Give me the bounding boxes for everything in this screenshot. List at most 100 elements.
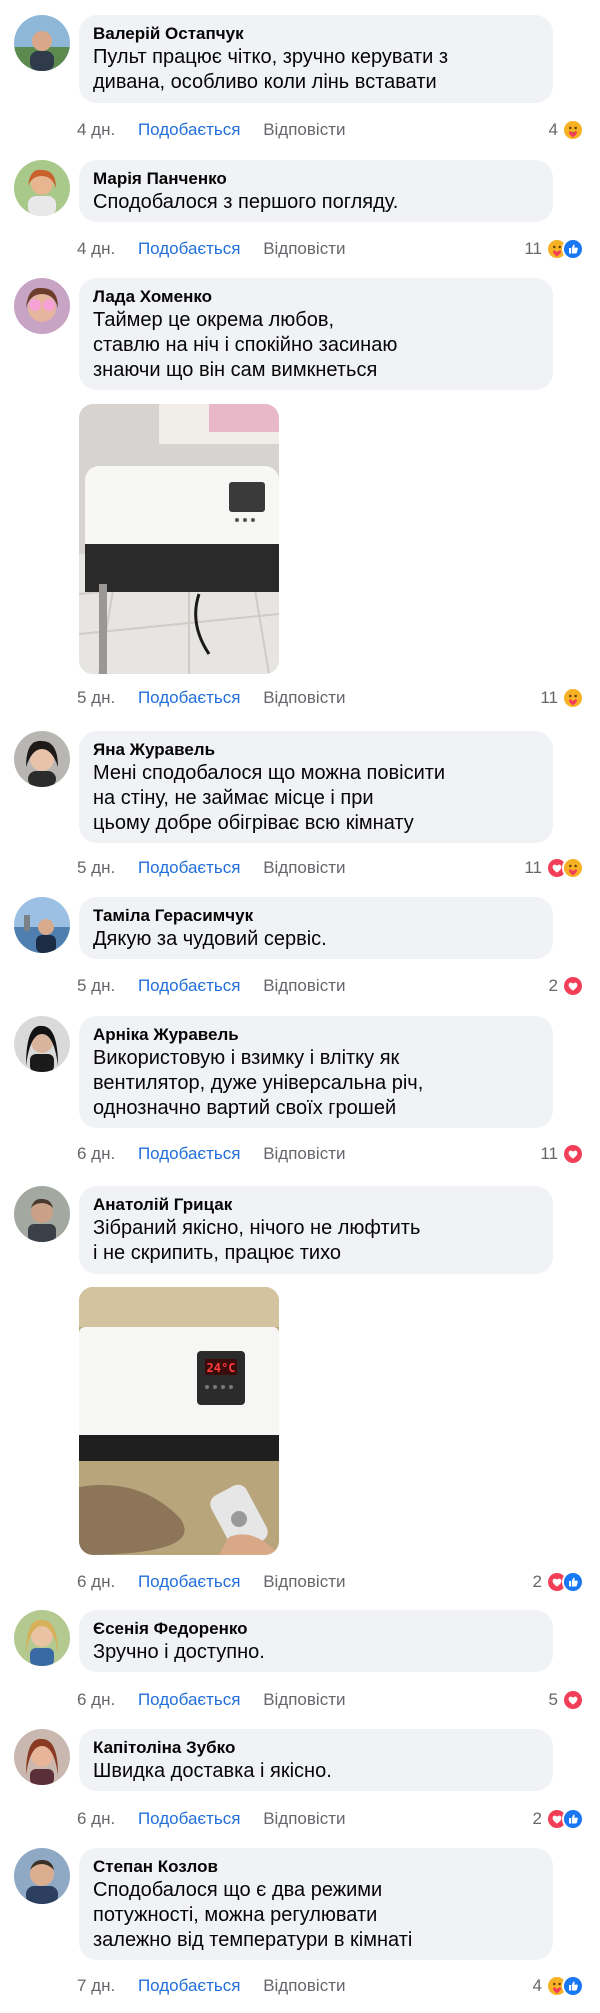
comment-bubble: Єсенія Федоренко Зручно і доступно. <box>79 1610 553 1672</box>
comment-author[interactable]: Марія Панченко <box>93 168 539 190</box>
reply-button[interactable]: Відповісти <box>263 120 345 139</box>
reaction-summary[interactable]: 2 <box>549 974 584 998</box>
like-reaction-icon <box>562 238 584 260</box>
avatar[interactable] <box>14 1848 70 1904</box>
comment-author[interactable]: Капітоліна Зубко <box>93 1737 539 1759</box>
attached-photo[interactable] <box>79 404 279 674</box>
like-button[interactable]: Подобається <box>138 1572 241 1591</box>
reaction-count: 11 <box>540 1144 558 1163</box>
comment-time[interactable]: 5 дн. <box>77 858 115 877</box>
like-reaction-icon <box>562 1571 584 1593</box>
reaction-summary[interactable]: 11 <box>524 237 584 261</box>
reaction-summary[interactable]: 4 <box>533 1974 584 1998</box>
comment-actions: 6 дн. Подобається Відповісти <box>77 1570 345 1594</box>
comment-text: Дякую за чудовий сервіс. <box>93 928 327 950</box>
comment-text: Пульт працює чітко, зручно керувати з ди… <box>93 46 449 93</box>
reaction-count: 4 <box>532 1976 542 1995</box>
comment-actions: 7 дн. Подобається Відповісти <box>77 1974 345 1998</box>
like-button[interactable]: Подобається <box>138 688 241 707</box>
comment-author[interactable]: Степан Козлов <box>93 1856 539 1878</box>
comment-bubble: Марія Панченко Сподобалося з першого пог… <box>79 160 553 222</box>
like-button[interactable]: Подобається <box>138 1976 241 1995</box>
comment-time[interactable]: 6 дн. <box>77 1690 115 1709</box>
comment-author[interactable]: Валерій Остапчук <box>93 23 539 45</box>
like-reaction-icon <box>562 1808 584 1830</box>
comment-time[interactable]: 4 дн. <box>77 120 115 139</box>
attached-photo[interactable]: 24°C <box>79 1287 279 1555</box>
reply-button[interactable]: Відповісти <box>263 239 345 258</box>
avatar[interactable] <box>14 1186 70 1242</box>
comment-author[interactable]: Анатолій Грицак <box>93 1194 539 1216</box>
comment-time[interactable]: 5 дн. <box>77 976 115 995</box>
comment-text: Зібраний якісно, нічого не люфтить і не … <box>93 1217 421 1264</box>
photo-display-readout: 24°C <box>207 1361 236 1375</box>
like-reaction-icon <box>562 1975 584 1997</box>
comment-actions: 5 дн. Подобається Відповісти <box>77 686 345 710</box>
comment-time[interactable]: 7 дн. <box>77 1976 115 1995</box>
avatar[interactable] <box>14 1610 70 1666</box>
avatar[interactable] <box>14 15 70 71</box>
like-button[interactable]: Подобається <box>138 1690 241 1709</box>
comment-text: Таймер це окрема любов, ставлю на ніч і … <box>93 309 398 381</box>
comment-time[interactable]: 4 дн. <box>77 239 115 258</box>
like-button[interactable]: Подобається <box>138 120 241 139</box>
comment-author[interactable]: Таміла Герасимчук <box>93 905 539 927</box>
love-reaction-icon <box>562 975 584 997</box>
comment-actions: 5 дн. Подобається Відповісти <box>77 856 345 880</box>
reply-button[interactable]: Відповісти <box>263 1809 345 1828</box>
comment-actions: 4 дн. Подобається Відповісти <box>77 237 345 261</box>
like-button[interactable]: Подобається <box>138 239 241 258</box>
comment-text: Швидка доставка і якісно. <box>93 1760 332 1782</box>
reply-button[interactable]: Відповісти <box>263 1976 345 1995</box>
reaction-count: 5 <box>548 1690 558 1709</box>
care-reaction-icon <box>562 119 584 141</box>
like-button[interactable]: Подобається <box>138 858 241 877</box>
avatar[interactable] <box>14 1016 70 1072</box>
comment-bubble: Арніка Журавель Використовую і взимку і … <box>79 1016 553 1128</box>
reply-button[interactable]: Відповісти <box>263 976 345 995</box>
comment-author[interactable]: Яна Журавель <box>93 739 539 761</box>
comment-actions: 5 дн. Подобається Відповісти <box>77 974 345 998</box>
care-reaction-icon <box>562 687 584 709</box>
comment-bubble: Яна Журавель Мені сподобалося що можна п… <box>79 731 553 843</box>
comment-time[interactable]: 6 дн. <box>77 1572 115 1591</box>
comment-actions: 6 дн. Подобається Відповісти <box>77 1142 345 1166</box>
comment-bubble: Капітоліна Зубко Швидка доставка і якісн… <box>79 1729 553 1791</box>
reply-button[interactable]: Відповісти <box>263 858 345 877</box>
like-button[interactable]: Подобається <box>138 976 241 995</box>
comment-text: Сподобалося з першого погляду. <box>93 191 399 213</box>
reply-button[interactable]: Відповісти <box>263 688 345 707</box>
comment-author[interactable]: Єсенія Федоренко <box>93 1618 539 1640</box>
avatar[interactable] <box>14 160 70 216</box>
love-reaction-icon <box>562 1689 584 1711</box>
comment-bubble: Лада Хоменко Таймер це окрема любов, ста… <box>79 278 553 390</box>
comment-actions: 6 дн. Подобається Відповісти <box>77 1688 345 1712</box>
comment-author[interactable]: Арніка Журавель <box>93 1024 539 1046</box>
reaction-summary[interactable]: 2 <box>533 1807 584 1831</box>
comment-text: Використовую і взимку і влітку як вентил… <box>93 1047 424 1119</box>
reaction-count: 11 <box>524 858 542 877</box>
comment-author[interactable]: Лада Хоменко <box>93 286 539 308</box>
like-button[interactable]: Подобається <box>138 1144 241 1163</box>
comment-time[interactable]: 6 дн. <box>77 1809 115 1828</box>
avatar[interactable] <box>14 897 70 953</box>
reaction-count: 2 <box>532 1572 542 1591</box>
comment-time[interactable]: 5 дн. <box>77 688 115 707</box>
reaction-summary[interactable]: 11 <box>540 1142 584 1166</box>
reaction-summary[interactable]: 4 <box>549 118 584 142</box>
reply-button[interactable]: Відповісти <box>263 1572 345 1591</box>
reply-button[interactable]: Відповісти <box>263 1690 345 1709</box>
avatar[interactable] <box>14 278 70 334</box>
like-button[interactable]: Подобається <box>138 1809 241 1828</box>
avatar[interactable] <box>14 731 70 787</box>
reaction-summary[interactable]: 11 <box>524 856 584 880</box>
reaction-summary[interactable]: 11 <box>540 686 584 710</box>
reaction-summary[interactable]: 5 <box>549 1688 584 1712</box>
comment-time[interactable]: 6 дн. <box>77 1144 115 1163</box>
reaction-count: 11 <box>540 688 558 707</box>
reaction-summary[interactable]: 2 <box>533 1570 584 1594</box>
care-reaction-icon <box>562 857 584 879</box>
reply-button[interactable]: Відповісти <box>263 1144 345 1163</box>
avatar[interactable] <box>14 1729 70 1785</box>
love-reaction-icon <box>562 1143 584 1165</box>
